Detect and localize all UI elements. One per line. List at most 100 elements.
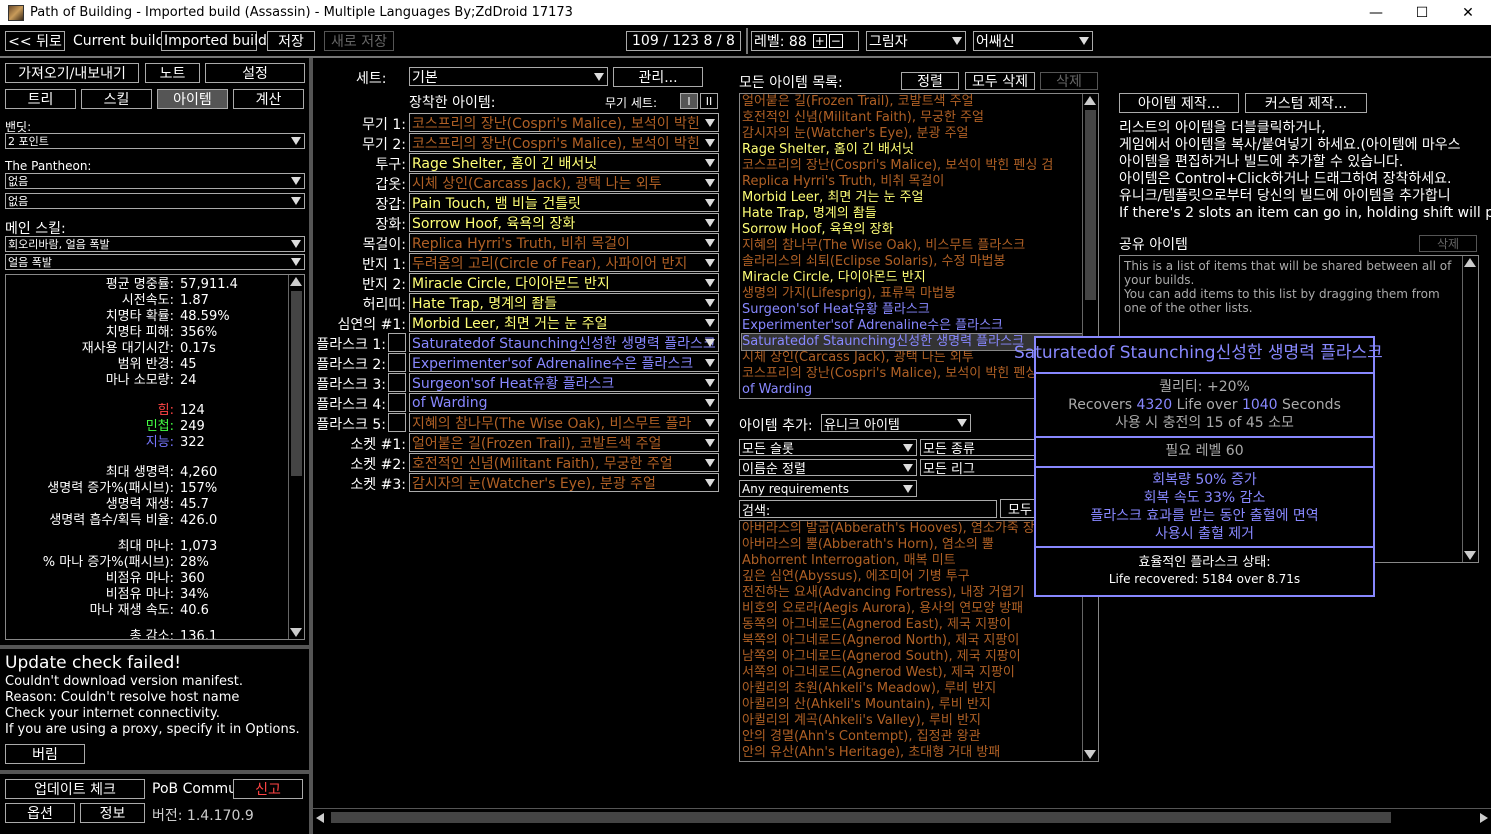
pantheon-major-dropdown[interactable]: 없음: [5, 173, 305, 189]
add-item-source-dropdown[interactable]: 유니크 아이템: [821, 414, 971, 432]
back-button[interactable]: << 뒤로: [5, 31, 65, 51]
weapon-set-2-button[interactable]: II: [700, 93, 718, 109]
slot-item-dropdown[interactable]: 호전적인 신념(Militant Faith), 무궁한 주얼: [409, 453, 719, 472]
notes-button[interactable]: 노트: [145, 63, 200, 83]
shared-delete-button[interactable]: 삭제: [1419, 235, 1477, 252]
delete-button[interactable]: 삭제: [1040, 72, 1098, 90]
list-item[interactable]: 아퀼리의 초원(Ahkeli's Meadow), 루비 반지: [742, 681, 1082, 697]
list-item[interactable]: 동쪽의 아그네로드(Agnerod East), 제국 지팡이: [742, 617, 1082, 633]
list-item[interactable]: 안의 경멸(Ahn's Contempt), 집정관 왕관: [742, 729, 1082, 745]
slot-item-dropdown[interactable]: Morbid Leer, 최면 거는 눈 주얼: [409, 313, 719, 332]
slot-item-dropdown[interactable]: Miracle Circle, 다이아몬드 반지: [409, 273, 719, 292]
sort-dropdown[interactable]: 이름순 정렬: [739, 459, 917, 476]
slot-item-dropdown[interactable]: Surgeon'sof Heat유황 플라스크: [409, 373, 719, 392]
minimize-button[interactable]: —: [1353, 0, 1399, 25]
scroll-down-icon[interactable]: [1084, 750, 1096, 759]
shared-items-scrollbar[interactable]: [1462, 256, 1478, 562]
weapon-set-1-button[interactable]: I: [680, 93, 698, 109]
search-input[interactable]: 검색:: [739, 500, 997, 518]
scroll-down-icon[interactable]: [290, 628, 302, 637]
slot-item-dropdown[interactable]: 지혜의 참나무(The Wise Oak), 비스무트 플라: [409, 413, 719, 432]
sort-button[interactable]: 정렬: [901, 72, 959, 90]
main-skill-dropdown[interactable]: 회오리바람, 얼음 폭발: [5, 236, 305, 252]
import-export-button[interactable]: 가져오기/내보내기: [5, 63, 139, 83]
scroll-down-icon[interactable]: [1464, 551, 1476, 560]
report-button[interactable]: 신고: [233, 779, 303, 799]
list-item[interactable]: 서쪽의 아그네로드(Agnerod West), 제국 지팡이: [742, 665, 1082, 681]
list-item[interactable]: 깊은 심연(Abyssus), 에조미어 기병 투구: [742, 569, 1082, 585]
dismiss-button[interactable]: 버림: [5, 744, 85, 764]
list-item[interactable]: 감시자의 눈(Watcher's Eye), 분광 주얼: [742, 126, 1082, 142]
craft-item-button[interactable]: 아이템 제작...: [1119, 93, 1239, 113]
scroll-thumb[interactable]: [1085, 110, 1096, 300]
about-button[interactable]: 정보: [80, 803, 145, 823]
list-item[interactable]: 안의 유산(Ahn's Heritage), 초대형 거대 방패: [742, 745, 1082, 761]
list-item[interactable]: Morbid Leer, 최면 거는 눈 주얼: [742, 190, 1082, 206]
list-item[interactable]: 지혜의 참나무(The Wise Oak), 비스무트 플라스크: [742, 238, 1082, 254]
manage-sets-button[interactable]: 관리...: [613, 67, 703, 87]
slot-item-dropdown[interactable]: 얼어붙은 길(Frozen Trail), 코발트색 주얼: [409, 433, 719, 452]
slot-enable-checkbox[interactable]: [388, 413, 406, 432]
list-item[interactable]: 아퀼리의 계곡(Ahkeli's Valley), 루비 반지: [742, 713, 1082, 729]
level-plus-button[interactable]: +: [812, 34, 827, 48]
slot-enable-checkbox[interactable]: [388, 393, 406, 412]
slot-enable-checkbox[interactable]: [388, 353, 406, 372]
update-check-button[interactable]: 업데이트 체크: [5, 779, 145, 799]
slot-enable-checkbox[interactable]: [388, 333, 406, 352]
slot-item-dropdown[interactable]: 시체 상인(Carcass Jack), 광택 나는 외투: [409, 173, 719, 192]
list-item[interactable]: 아퀼리의 산(Ahkeli's Mountain), 루비 반지: [742, 697, 1082, 713]
scroll-up-icon[interactable]: [1464, 258, 1476, 267]
requirements-dropdown[interactable]: Any requirements: [739, 480, 917, 497]
save-button[interactable]: 저장: [267, 31, 315, 51]
save-as-button[interactable]: 새로 저장: [324, 31, 394, 51]
list-item[interactable]: Abhorrent Interrogation, 매복 미트: [742, 553, 1082, 569]
list-item[interactable]: Experimenter'sof Adrenaline수은 플라스크: [742, 318, 1082, 334]
close-button[interactable]: ✕: [1445, 0, 1491, 25]
custom-item-button[interactable]: 커스텀 제작...: [1245, 93, 1367, 113]
options-button[interactable]: 옵션: [5, 803, 75, 823]
item-set-dropdown[interactable]: 기본: [409, 67, 608, 86]
list-item[interactable]: 솔라리스의 쇠퇴(Eclipse Solaris), 수정 마법봉: [742, 254, 1082, 270]
scroll-thumb[interactable]: [331, 812, 1391, 823]
slot-item-dropdown[interactable]: Pain Touch, 뱀 비늘 건틀릿: [409, 193, 719, 212]
slot-item-dropdown[interactable]: Sorrow Hoof, 육욕의 장화: [409, 213, 719, 232]
main-skill-part-dropdown[interactable]: 얼음 폭발: [5, 254, 305, 270]
list-item[interactable]: Replica Hyrri's Truth, 비취 목걸이: [742, 174, 1082, 190]
list-item[interactable]: Rage Shelter, 홈이 긴 배서닛: [742, 142, 1082, 158]
slot-item-dropdown[interactable]: of Warding: [409, 393, 719, 412]
level-minus-button[interactable]: −: [828, 34, 843, 48]
tab-skills[interactable]: 스킬: [81, 89, 152, 109]
slot-item-dropdown[interactable]: Experimenter'sof Adrenaline수은 플라스크: [409, 353, 719, 372]
slot-item-dropdown[interactable]: Replica Hyrri's Truth, 비취 목걸이: [409, 233, 719, 252]
list-item[interactable]: Miracle Circle, 다이아몬드 반지: [742, 270, 1082, 286]
list-item[interactable]: 비호의 오로라(Aegis Aurora), 용사의 연모양 방패: [742, 601, 1082, 617]
scroll-right-icon[interactable]: [1480, 813, 1488, 823]
tab-tree[interactable]: 트리: [5, 89, 76, 109]
list-item[interactable]: 얼어붙은 길(Frozen Trail), 코발트색 주얼: [742, 94, 1082, 110]
list-item[interactable]: 남쪽의 아그네로드(Agnerod South), 제국 지팡이: [742, 649, 1082, 665]
slot-item-dropdown[interactable]: 코스프리의 장난(Cospri's Malice), 보석이 박힌: [409, 133, 719, 152]
level-field[interactable]: 레벨: 88 + −: [751, 31, 859, 51]
list-item[interactable]: 전진하는 요새(Advancing Fortress), 내장 거엽기: [742, 585, 1082, 601]
ascendancy-dropdown[interactable]: 어쌔신: [973, 31, 1093, 51]
slot-item-dropdown[interactable]: 감시자의 눈(Watcher's Eye), 분광 주얼: [409, 473, 719, 492]
slot-item-dropdown[interactable]: 두려움의 고리(Circle of Fear), 사파이어 반지: [409, 253, 719, 272]
list-item[interactable]: Surgeon'sof Heat유황 플라스크: [742, 302, 1082, 318]
horizontal-scrollbar[interactable]: [313, 808, 1491, 826]
list-item[interactable]: 북쪽의 아그네로드(Agnerod North), 제국 지팡이: [742, 633, 1082, 649]
slot-filter-dropdown[interactable]: 모든 슬롯: [739, 439, 917, 456]
delete-all-button[interactable]: 모두 삭제: [965, 72, 1035, 90]
list-item[interactable]: of Warding: [742, 382, 1082, 398]
maximize-button[interactable]: ☐: [1399, 0, 1445, 25]
slot-item-dropdown[interactable]: 코스프리의 장난(Cospri's Malice), 보석이 박힌: [409, 113, 719, 132]
pantheon-minor-dropdown[interactable]: 없음: [5, 193, 305, 209]
scroll-up-icon[interactable]: [1084, 96, 1096, 105]
list-item[interactable]: 아버라스의 뿔(Abberath's Horn), 염소의 뿔: [742, 537, 1082, 553]
build-name-field[interactable]: Imported build: [161, 31, 267, 51]
class-dropdown[interactable]: 그림자: [866, 31, 966, 51]
list-item[interactable]: 아버라스의 발굽(Abberath's Hooves), 염소가죽 장화: [742, 521, 1082, 537]
list-item[interactable]: Sorrow Hoof, 육욕의 장화: [742, 222, 1082, 238]
slot-item-dropdown[interactable]: Saturatedof Staunching신성한 생명력 플라스크: [409, 333, 719, 352]
list-item[interactable]: 생명의 가지(Lifesprig), 표류목 마법봉: [742, 286, 1082, 302]
tab-items[interactable]: 아이템: [157, 89, 228, 109]
